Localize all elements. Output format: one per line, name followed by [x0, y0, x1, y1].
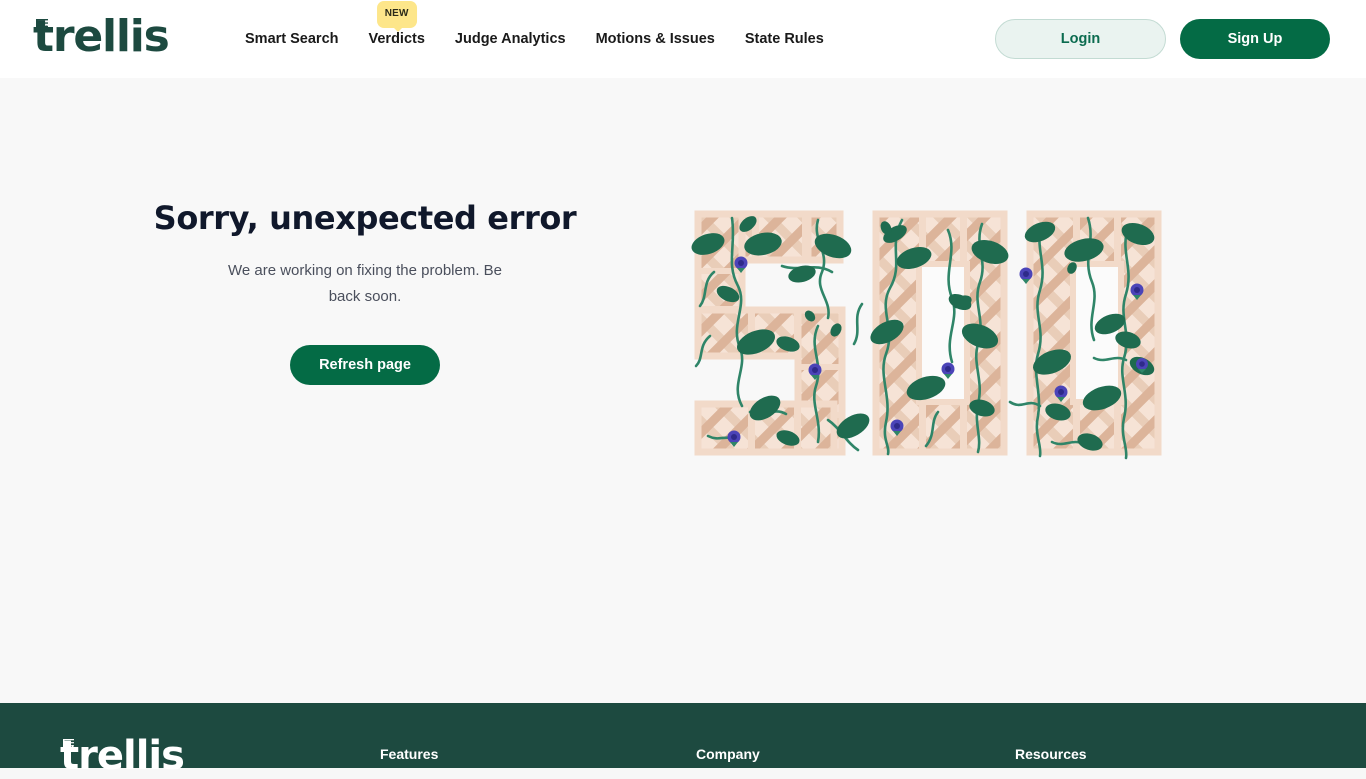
- error-subtitle: We are working on fixing the problem. Be…: [227, 262, 503, 305]
- signup-button[interactable]: Sign Up: [1180, 19, 1330, 59]
- logo[interactable]: trellis: [33, 11, 170, 62]
- logo-text: trellis: [33, 11, 170, 62]
- footer-column-resources-title: Resources: [1015, 746, 1087, 762]
- nav-item-motions-issues[interactable]: Motions & Issues: [596, 29, 715, 49]
- login-button[interactable]: Login: [995, 19, 1166, 59]
- 500-trellis-illustration: [691, 210, 1162, 460]
- footer-logo-text: trellis: [60, 733, 185, 779]
- footer-trellis-lattice-icon: [63, 739, 74, 750]
- main-nav: Smart Search NEW Verdicts Judge Analytic…: [245, 0, 824, 78]
- footer-column-company-title: Company: [696, 746, 760, 762]
- header-actions: Login Sign Up: [995, 0, 1330, 78]
- main-content: Sorry, unexpected error We are working o…: [0, 78, 1366, 703]
- page-title: Sorry, unexpected error: [153, 199, 577, 237]
- error-block: Sorry, unexpected error We are working o…: [120, 198, 610, 385]
- nav-item-judge-analytics[interactable]: Judge Analytics: [455, 29, 566, 49]
- nav-item-smart-search[interactable]: Smart Search: [245, 29, 339, 49]
- nav-item-verdicts[interactable]: NEW Verdicts: [368, 1, 425, 49]
- refresh-page-button[interactable]: Refresh page: [290, 345, 440, 385]
- site-footer: [0, 703, 1366, 768]
- nav-label: Judge Analytics: [454, 31, 566, 47]
- site-header: trellis Smart Search NEW Verdicts Judge …: [0, 0, 1366, 78]
- nav-label: State Rules: [744, 31, 824, 47]
- nav-label: Motions & Issues: [595, 31, 715, 47]
- nav-item-state-rules[interactable]: State Rules: [745, 29, 824, 49]
- nav-label: Smart Search: [245, 31, 339, 47]
- footer-column-features-title: Features: [380, 746, 439, 762]
- nav-label: Verdicts: [368, 31, 425, 47]
- footer-logo[interactable]: trellis: [60, 733, 185, 779]
- nav-new-badge: NEW: [376, 1, 417, 32]
- trellis-lattice-icon: [36, 19, 48, 31]
